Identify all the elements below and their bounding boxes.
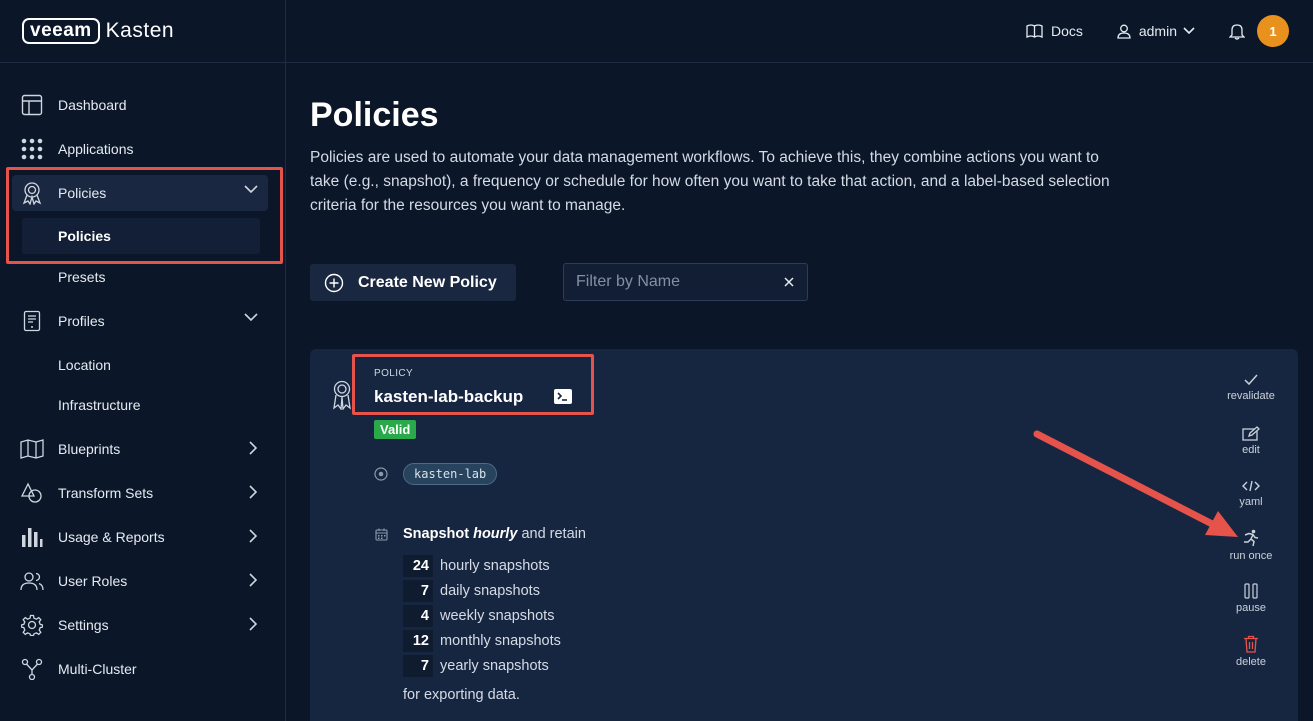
annotation-arrow [1033, 430, 1238, 537]
